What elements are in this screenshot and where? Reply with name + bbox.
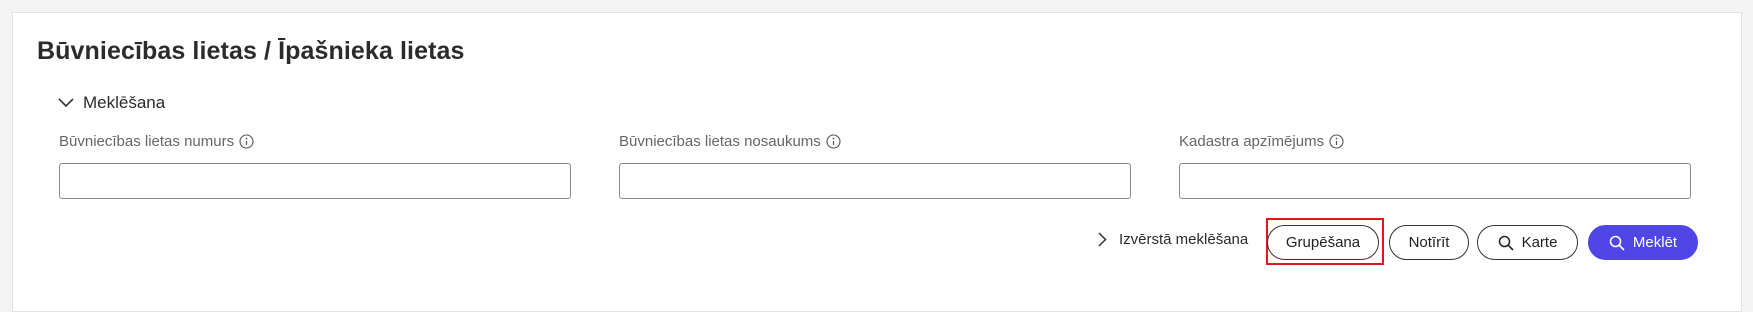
search-section-toggle[interactable]: Meklēšana — [58, 93, 165, 113]
search-button[interactable]: Meklēt — [1588, 225, 1698, 260]
case-name-input[interactable] — [619, 163, 1131, 199]
search-icon — [1609, 235, 1625, 251]
case-number-label: Būvniecības lietas numurs — [59, 131, 571, 151]
case-number-input[interactable] — [59, 163, 571, 199]
chevron-right-icon — [1098, 232, 1107, 247]
search-section-label: Meklēšana — [83, 93, 166, 112]
cadastre-input[interactable] — [1179, 163, 1691, 199]
case-number-field: Būvniecības lietas numurs — [59, 131, 571, 199]
info-icon[interactable] — [239, 133, 254, 149]
cadastre-field: Kadastra apzīmējums — [1179, 131, 1691, 199]
map-button[interactable]: Karte — [1477, 225, 1578, 260]
search-icon — [1498, 235, 1514, 251]
advanced-search-toggle[interactable]: Izvērstā meklēšana — [1098, 231, 1248, 248]
cadastre-label: Kadastra apzīmējums — [1179, 131, 1691, 151]
page-title: Būvniecības lietas / Īpašnieka lietas — [37, 37, 465, 65]
clear-button[interactable]: Notīrīt — [1389, 225, 1469, 260]
case-name-field: Būvniecības lietas nosaukums — [619, 131, 1131, 199]
info-icon[interactable] — [826, 133, 841, 149]
advanced-search-label: Izvērstā meklēšana — [1119, 231, 1249, 248]
info-icon[interactable] — [1329, 133, 1344, 149]
chevron-down-icon — [58, 98, 74, 108]
case-name-label: Būvniecības lietas nosaukums — [619, 131, 1131, 151]
grouping-button[interactable]: Grupēšana — [1267, 225, 1379, 260]
